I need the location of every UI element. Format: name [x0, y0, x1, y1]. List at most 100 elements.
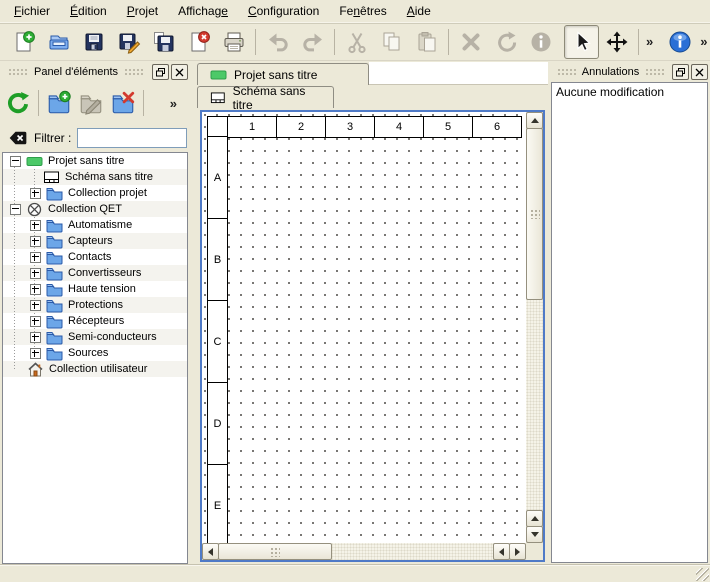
filter-input[interactable]: [77, 128, 187, 148]
about-info-button[interactable]: [662, 25, 697, 59]
tree-item-convertisseurs[interactable]: Convertisseurs: [3, 265, 187, 281]
new-category-button[interactable]: [43, 87, 75, 119]
tree-item-collection-qet[interactable]: Collection QET: [3, 201, 187, 217]
tree-item-protections[interactable]: Protections: [3, 297, 187, 313]
horizontal-scroll-thumb[interactable]: [218, 543, 332, 560]
move-tool-button[interactable]: [599, 25, 634, 59]
folder-icon: [46, 250, 63, 265]
expander-minus-icon[interactable]: [10, 204, 21, 215]
save-all-button[interactable]: [146, 25, 181, 59]
information-button[interactable]: [523, 25, 558, 59]
redo-button[interactable]: [295, 25, 330, 59]
undo-history-list[interactable]: Aucune modification: [551, 82, 708, 563]
open-button[interactable]: [41, 25, 76, 59]
print-button[interactable]: [216, 25, 251, 59]
expander-plus-icon[interactable]: [30, 316, 41, 327]
main-toolbar: » »: [0, 23, 710, 61]
close-document-button[interactable]: [181, 25, 216, 59]
save-as-icon: [117, 30, 141, 54]
expander-plus-icon[interactable]: [30, 332, 41, 343]
cut-button[interactable]: [339, 25, 374, 59]
scroll-up-button[interactable]: [526, 112, 543, 129]
new-document-icon: [12, 30, 36, 54]
dock-float-button[interactable]: [152, 64, 169, 80]
paste-button[interactable]: [409, 25, 444, 59]
tree-item-recepteurs[interactable]: Récepteurs: [3, 313, 187, 329]
expander-minus-icon[interactable]: [10, 156, 21, 167]
clear-filter-icon[interactable]: [8, 128, 28, 148]
schema-canvas[interactable]: 1 2 3 4 5 6 A B C D E: [202, 112, 526, 543]
tree-item-sources[interactable]: Sources: [3, 345, 187, 361]
undo-panel-dock: Annulations Aucune modification: [551, 62, 708, 563]
save-as-button[interactable]: [111, 25, 146, 59]
tree-item-schema-sans-titre[interactable]: Schéma sans titre: [3, 169, 187, 185]
tree-item-automatisme[interactable]: Automatisme: [3, 217, 187, 233]
expander-plus-icon[interactable]: [30, 236, 41, 247]
tree-item-projet-sans-titre[interactable]: Projet sans titre: [3, 153, 187, 169]
dock-float-button[interactable]: [672, 64, 689, 80]
dock-texture: [557, 68, 576, 77]
expander-plus-icon[interactable]: [30, 300, 41, 311]
menu-edition[interactable]: Édition: [60, 1, 117, 21]
tab-bar-empty-area: [369, 62, 548, 85]
dock-close-button[interactable]: [171, 64, 188, 80]
undo-button[interactable]: [260, 25, 295, 59]
scrollbar-corner: [526, 543, 543, 560]
elements-panel-titlebar[interactable]: Panel d'éléments: [2, 62, 188, 82]
expander-plus-icon[interactable]: [30, 268, 41, 279]
mdi-tab-bar: Projet sans titre: [197, 62, 548, 85]
selection-tool-button[interactable]: [564, 25, 599, 59]
redo-icon: [301, 30, 325, 54]
reload-collections-button[interactable]: [2, 87, 34, 119]
tree-item-collection-utilisateur[interactable]: Collection utilisateur: [3, 361, 187, 377]
folder-icon: [46, 314, 63, 329]
scroll-right-button[interactable]: [509, 543, 526, 560]
panel-overflow-button[interactable]: »: [167, 96, 180, 111]
menu-projet[interactable]: Projet: [117, 1, 168, 21]
delete-button[interactable]: [453, 25, 488, 59]
schema-view[interactable]: 1 2 3 4 5 6 A B C D E: [200, 110, 545, 562]
toolbar-overflow-button[interactable]: »: [697, 34, 710, 49]
save-button[interactable]: [76, 25, 111, 59]
restore-icon: [676, 68, 685, 77]
undo-panel-titlebar[interactable]: Annulations: [551, 62, 708, 82]
delete-category-button[interactable]: [107, 87, 139, 119]
tab-projet-sans-titre[interactable]: Projet sans titre: [197, 63, 369, 85]
toolbar-overflow-button[interactable]: »: [643, 34, 656, 49]
print-icon: [222, 30, 246, 54]
up-arrow-icon: [531, 118, 539, 123]
folder-icon: [46, 218, 63, 233]
tab-schema-sans-titre[interactable]: Schéma sans titre: [197, 86, 334, 108]
vertical-scrollbar[interactable]: [526, 112, 543, 543]
close-icon: [695, 68, 704, 77]
tree-item-collection-projet[interactable]: Collection projet: [3, 185, 187, 201]
menu-aide[interactable]: Aide: [397, 1, 441, 21]
tree-item-contacts[interactable]: Contacts: [3, 249, 187, 265]
horizontal-scrollbar[interactable]: [202, 543, 526, 560]
resize-grip[interactable]: [696, 568, 709, 581]
undo-list-item[interactable]: Aucune modification: [552, 83, 707, 101]
menu-fenetres[interactable]: Fenêtres: [329, 1, 396, 21]
new-document-button[interactable]: [6, 25, 41, 59]
scroll-left-button[interactable]: [202, 543, 219, 560]
expander-plus-icon[interactable]: [30, 348, 41, 359]
expander-plus-icon[interactable]: [30, 188, 41, 199]
expander-plus-icon[interactable]: [30, 284, 41, 295]
expander-plus-icon[interactable]: [30, 252, 41, 263]
edit-category-button[interactable]: [75, 87, 107, 119]
scroll-left-button-2[interactable]: [493, 543, 510, 560]
scroll-down-button[interactable]: [526, 526, 543, 543]
vertical-scroll-thumb[interactable]: [526, 128, 543, 300]
dock-close-button[interactable]: [691, 64, 708, 80]
menu-configuration[interactable]: Configuration: [238, 1, 329, 21]
menu-affichage[interactable]: Affichage: [168, 1, 238, 21]
scroll-up-button-2[interactable]: [526, 510, 543, 527]
tree-item-capteurs[interactable]: Capteurs: [3, 233, 187, 249]
expander-plus-icon[interactable]: [30, 220, 41, 231]
menu-fichier[interactable]: Fichier: [4, 1, 60, 21]
tree-item-semi-conducteurs[interactable]: Semi-conducteurs: [3, 329, 187, 345]
tree-item-haute-tension[interactable]: Haute tension: [3, 281, 187, 297]
rotate-button[interactable]: [488, 25, 523, 59]
elements-panel-dock: Panel d'éléments » Filtrer :: [2, 62, 188, 564]
copy-button[interactable]: [374, 25, 409, 59]
